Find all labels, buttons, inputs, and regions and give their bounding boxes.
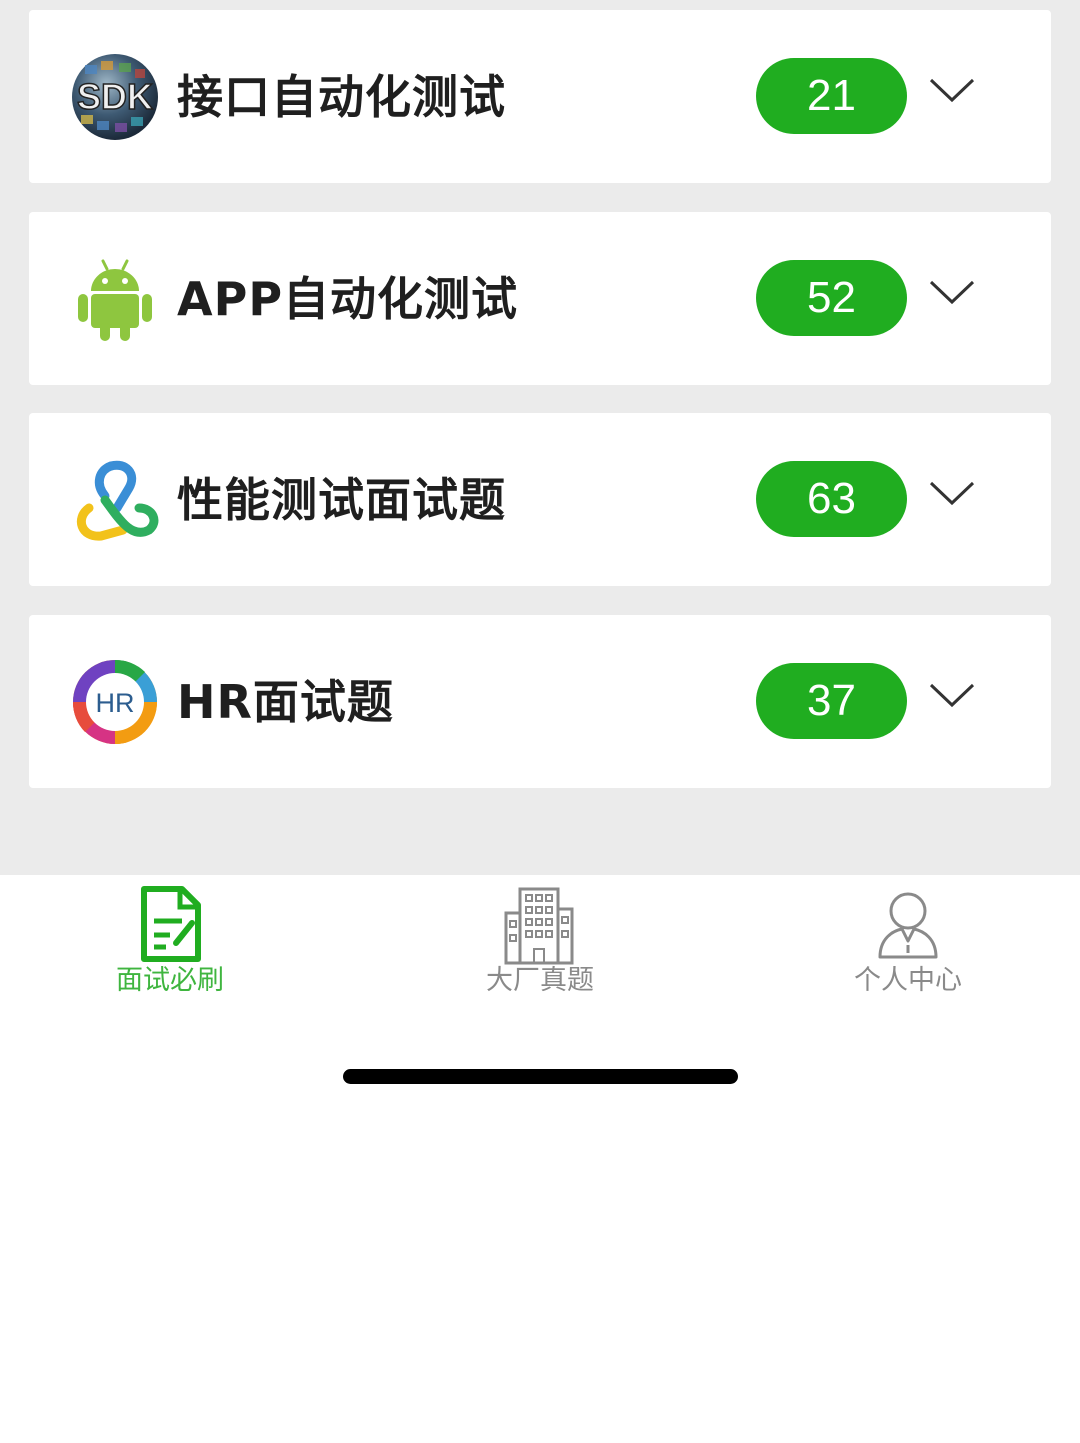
question-count-badge: 21 xyxy=(756,58,907,134)
building-icon xyxy=(500,885,580,965)
android-robot-icon xyxy=(71,255,159,343)
document-edit-icon xyxy=(130,885,210,965)
tab-personal-center[interactable]: 个人中心 xyxy=(728,875,1080,1025)
sdk-globe-icon: SDK xyxy=(71,53,159,141)
category-title: APP自动化测试 xyxy=(177,272,519,326)
performance-link-icon xyxy=(71,456,159,544)
category-title: 接口自动化测试 xyxy=(177,70,506,124)
category-card-hr[interactable]: HR HR面试题 37 xyxy=(29,615,1051,788)
tab-interview-essentials[interactable]: 面试必刷 xyxy=(0,875,350,1025)
question-count-badge: 63 xyxy=(756,461,907,537)
tab-label: 大厂真题 xyxy=(486,965,594,996)
bottom-tab-bar: 面试必刷 大厂真题 个人中心 xyxy=(0,875,1080,1025)
tab-label: 面试必刷 xyxy=(116,965,224,996)
chevron-down-icon[interactable] xyxy=(927,677,977,711)
user-icon xyxy=(868,885,948,965)
hr-circle-icon: HR xyxy=(71,658,159,746)
chevron-down-icon[interactable] xyxy=(927,475,977,509)
category-title: HR面试题 xyxy=(177,675,394,729)
question-count-badge: 37 xyxy=(756,663,907,739)
category-title: 性能测试面试题 xyxy=(177,473,506,527)
category-card-app-automation[interactable]: APP自动化测试 52 xyxy=(29,212,1051,385)
question-count-badge: 52 xyxy=(756,260,907,336)
tab-label: 个人中心 xyxy=(854,965,962,996)
category-card-performance[interactable]: 性能测试面试题 63 xyxy=(29,413,1051,586)
chevron-down-icon[interactable] xyxy=(927,72,977,106)
category-list: SDK 接口自动化测试 21 APP自动化测试 52 性能测试面试题 63 HR… xyxy=(0,0,1080,875)
chevron-down-icon[interactable] xyxy=(927,274,977,308)
tab-big-company-questions[interactable]: 大厂真题 xyxy=(360,875,720,1025)
category-card-api-automation[interactable]: SDK 接口自动化测试 21 xyxy=(29,10,1051,183)
home-indicator xyxy=(343,1069,738,1084)
hr-icon-text: HR xyxy=(96,688,135,718)
sdk-icon-text: SDK xyxy=(77,76,153,117)
